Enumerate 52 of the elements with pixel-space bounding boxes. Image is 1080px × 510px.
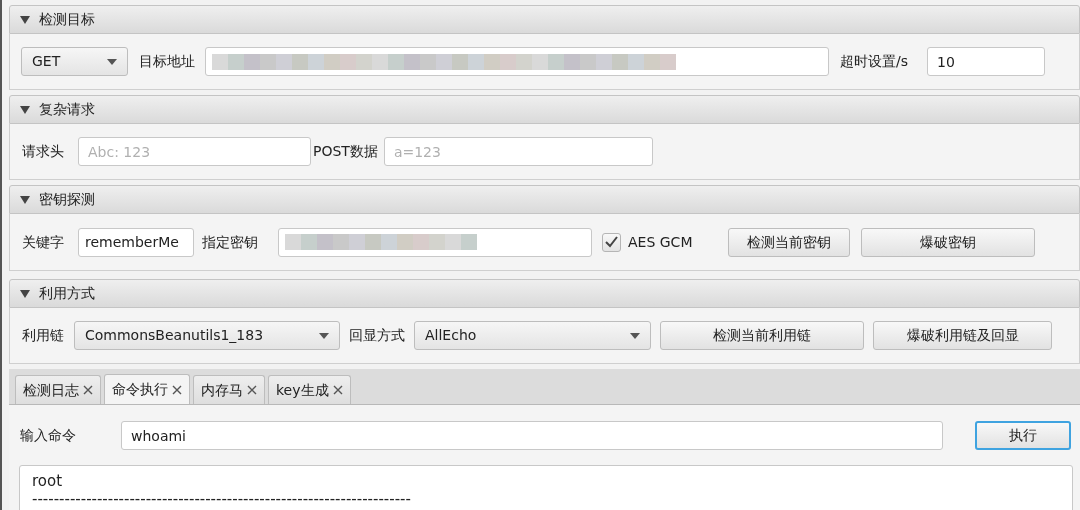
caret-icon (319, 332, 329, 339)
field-label: 利用链 (22, 326, 64, 345)
field-label: AES GCM (628, 232, 693, 252)
input-field[interactable]: 10 (927, 47, 1045, 76)
caret-icon (107, 58, 117, 65)
section-header[interactable]: 复杂请求 (9, 95, 1080, 124)
action-button[interactable]: 爆破密钥 (861, 227, 1036, 257)
output-line: ---------------------------------------------------------------------- (32, 490, 412, 508)
action-button[interactable]: 执行 (975, 421, 1071, 450)
triangle-icon (20, 289, 30, 298)
dropdown[interactable]: GET (21, 47, 128, 76)
triangle-icon (20, 15, 30, 24)
section-title: 复杂请求 (39, 100, 95, 119)
checkbox[interactable] (602, 232, 621, 252)
section-title: 检测目标 (39, 10, 95, 29)
field-label: 超时设置/s (840, 52, 908, 71)
close-icon[interactable] (83, 385, 93, 395)
field-label: 关键字 (22, 232, 64, 252)
redacted-field[interactable] (278, 227, 592, 257)
action-button[interactable]: 爆破利用链及回显 (873, 321, 1052, 350)
section-title: 利用方式 (39, 284, 95, 303)
field-label: 目标地址 (139, 52, 195, 71)
tab[interactable]: 内存马 (193, 375, 265, 404)
caret-icon (630, 332, 640, 339)
check-icon (605, 236, 618, 248)
output-line: root (32, 472, 64, 490)
input-field[interactable]: whoami (121, 421, 943, 450)
section-header[interactable]: 检测目标 (9, 5, 1080, 34)
close-icon[interactable] (247, 385, 257, 395)
redacted-field[interactable] (205, 47, 829, 76)
field-label: 回显方式 (349, 326, 405, 345)
input-field[interactable]: a=123 (383, 137, 653, 166)
dropdown[interactable]: AllEcho (414, 321, 651, 350)
section-title: 密钥探测 (39, 190, 95, 209)
input-field[interactable]: rememberMe (78, 227, 194, 257)
tab[interactable]: 命令执行 (104, 374, 190, 404)
input-field[interactable]: Abc: 123 (78, 137, 311, 166)
field-label: 指定密钥 (202, 232, 258, 252)
section-header[interactable]: 密钥探测 (9, 185, 1080, 214)
close-icon[interactable] (332, 385, 343, 395)
action-button[interactable]: 检测当前利用链 (660, 321, 864, 350)
tab[interactable]: 检测日志 (15, 375, 101, 404)
section-header[interactable]: 利用方式 (9, 279, 1080, 308)
field-label: 输入命令 (20, 426, 76, 445)
triangle-icon (20, 195, 30, 204)
dropdown[interactable]: CommonsBeanutils1_183 (74, 321, 340, 350)
tab[interactable]: key生成 (268, 375, 351, 404)
field-label: 请求头 (22, 142, 64, 161)
action-button[interactable]: 检测当前密钥 (728, 227, 851, 257)
field-label: POST数据 (313, 142, 378, 161)
triangle-icon (20, 105, 30, 114)
close-icon[interactable] (172, 384, 182, 395)
